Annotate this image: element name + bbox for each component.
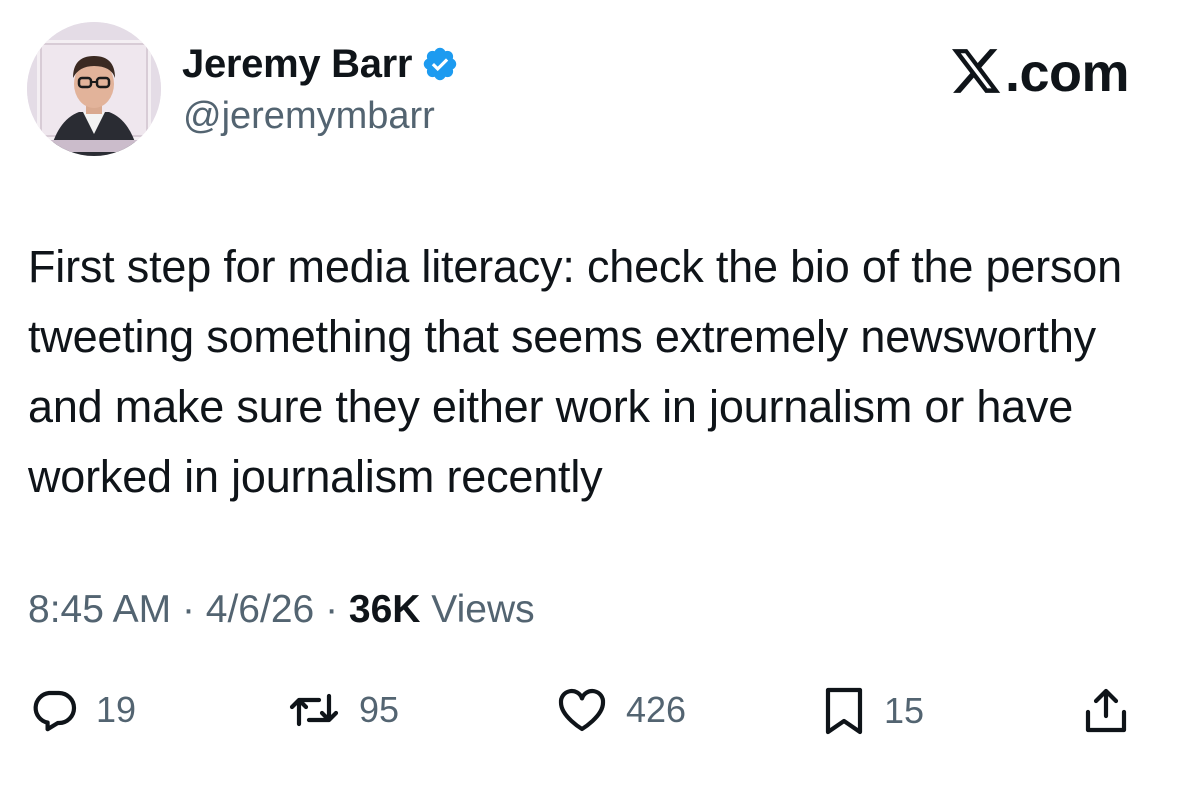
meta-separator: · [181,588,195,631]
views-count[interactable]: 36K [349,588,421,631]
repost-icon [287,686,341,734]
share-button[interactable] [1082,686,1130,736]
reply-icon [30,686,78,734]
tweet-date[interactable]: 4/6/26 [206,588,314,631]
author-name-row[interactable]: Jeremy Barr [182,40,459,88]
author-avatar[interactable] [27,22,161,156]
brand-text: .com [1004,43,1130,103]
repost-count: 95 [359,689,400,730]
x-logo-icon [951,46,1002,93]
author-display-name[interactable]: Jeremy Barr [182,40,413,88]
tweet-time[interactable]: 8:45 AM [28,588,171,631]
heart-icon [556,686,608,734]
tweet-text: First step for media literacy: check the… [28,241,1122,502]
like-button[interactable]: 426 [556,686,686,734]
reply-count: 19 [96,689,137,730]
like-count: 426 [626,689,687,730]
reply-button[interactable]: 19 [30,686,136,734]
author-handle[interactable]: @jeremymbarr [183,93,435,139]
tweet-meta: 8:45 AM · 4/6/26 · 36K Views [28,585,535,635]
meta-separator: · [325,588,339,631]
brand-watermark: .com [951,42,1130,104]
bookmark-button[interactable]: 15 [822,686,924,736]
avatar-photo [27,22,161,156]
verified-badge-icon [421,45,459,83]
repost-button[interactable]: 95 [287,686,399,734]
views-label[interactable]: Views [431,588,534,631]
bookmark-count: 15 [884,690,925,731]
bookmark-icon [822,686,866,736]
share-icon [1082,686,1130,736]
action-bar: 19 95 426 15 [0,682,1179,742]
